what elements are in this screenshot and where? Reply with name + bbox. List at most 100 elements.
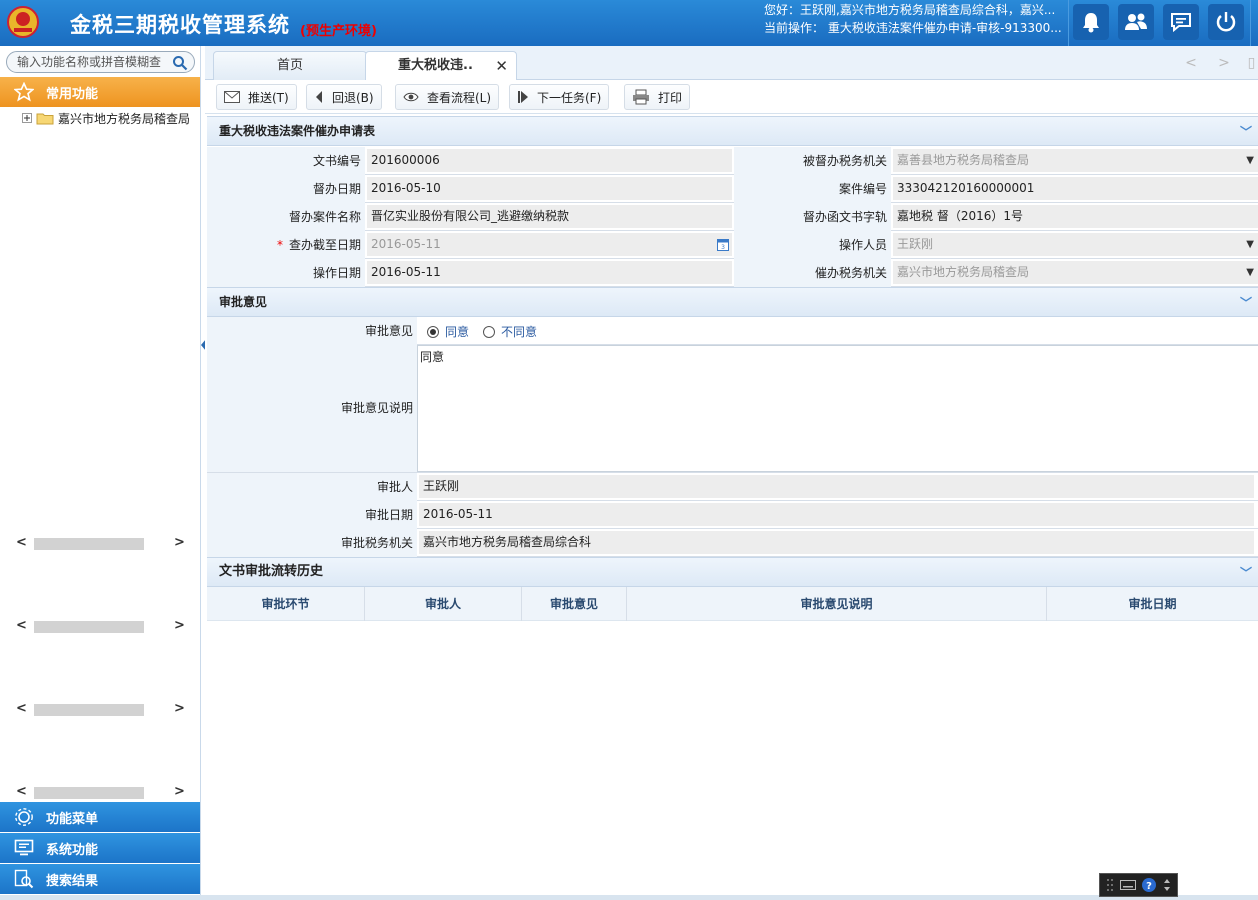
scrollbar-thumb[interactable]	[34, 621, 144, 633]
history-section-header[interactable]: 文书审批流转历史 ﹀	[207, 557, 1258, 587]
keyboard-icon[interactable]	[1119, 880, 1136, 890]
expand-toolbar-icon[interactable]	[1163, 878, 1171, 892]
help-icon[interactable]: ?	[1141, 877, 1157, 893]
form-row: 督办日期 2016-05-10 案件编号 333042120160000001	[207, 175, 1258, 203]
case-number-field[interactable]: 333042120160000001	[893, 177, 1258, 200]
approver-field[interactable]: 王跃刚	[419, 475, 1254, 498]
horizontal-scrollbar[interactable]: < >	[0, 701, 200, 717]
scroll-left-icon[interactable]: <	[16, 618, 27, 633]
chevron-down-icon[interactable]: ﹀	[1240, 289, 1252, 317]
radio-label: 同意	[445, 325, 470, 339]
arrow-left-icon	[316, 91, 322, 103]
horizontal-scrollbar[interactable]: < >	[0, 535, 200, 551]
next-task-button[interactable]: 下一任务(F)	[509, 84, 610, 110]
tab-prev-icon[interactable]: <	[1180, 52, 1202, 74]
messages-button[interactable]	[1163, 4, 1199, 40]
svg-text:?: ?	[1146, 881, 1152, 892]
search-icon[interactable]	[172, 55, 188, 71]
printer-icon	[633, 89, 649, 105]
radio-dot[interactable]	[427, 325, 439, 338]
case-name-field[interactable]: 晋亿实业股份有限公司_逃避缴纳税款	[367, 205, 732, 228]
tab-label: 重大税收违..	[398, 58, 473, 73]
section-title: 审批意见	[219, 295, 268, 309]
accordion-search-results[interactable]: 搜索结果	[0, 864, 200, 894]
function-search-input[interactable]: 输入功能名称或拼音模糊查	[6, 51, 195, 73]
column-header[interactable]: 审批日期	[1047, 587, 1258, 621]
agree-radio[interactable]: 同意	[427, 323, 469, 340]
approval-note-textarea[interactable]: 同意	[417, 345, 1258, 472]
doc-number-field[interactable]: 201600006	[367, 149, 732, 172]
scroll-right-icon[interactable]: >	[174, 618, 185, 633]
dropdown-arrow-icon[interactable]: ▼	[1246, 149, 1254, 172]
scroll-left-icon[interactable]: <	[16, 701, 27, 716]
scroll-left-icon[interactable]: <	[16, 784, 27, 799]
scroll-right-icon[interactable]: >	[174, 701, 185, 716]
field-label: 被督办税务机关	[734, 147, 891, 175]
operator-select[interactable]: 王跃刚 ▼	[893, 233, 1258, 256]
select-value: 嘉兴市地方税务局稽查局	[897, 265, 1030, 279]
operation-date-field[interactable]: 2016-05-11	[367, 261, 732, 284]
app-title: 金税三期税收管理系统	[70, 13, 290, 37]
push-button[interactable]: 推送(T)	[216, 84, 297, 110]
scroll-right-icon[interactable]: >	[174, 784, 185, 799]
close-icon[interactable]: ✕	[495, 52, 508, 80]
form-section-header[interactable]: 重大税收违法案件催办申请表 ﹀	[207, 116, 1258, 146]
scrollbar-thumb[interactable]	[34, 538, 144, 550]
form-row: 审批税务机关 嘉兴市地方税务局稽查局综合科	[207, 529, 1258, 557]
notifications-button[interactable]	[1073, 4, 1109, 40]
column-header[interactable]: 审批意见	[522, 587, 627, 621]
scroll-right-icon[interactable]: >	[174, 535, 185, 550]
field-label: 文书编号	[207, 147, 365, 175]
scrollbar-thumb[interactable]	[34, 704, 144, 716]
accordion-function-menu[interactable]: 功能菜单	[0, 802, 200, 832]
urge-org-select[interactable]: 嘉兴市地方税务局稽查局 ▼	[893, 261, 1258, 284]
horizontal-scrollbar[interactable]: < >	[0, 784, 200, 800]
chevron-down-icon[interactable]: ﹀	[1240, 559, 1252, 587]
radio-dot[interactable]	[483, 325, 496, 338]
dropdown-arrow-icon[interactable]: ▼	[1246, 261, 1254, 284]
calendar-icon[interactable]: 3	[717, 238, 729, 251]
scroll-left-icon[interactable]: <	[16, 535, 27, 550]
approve-org-field[interactable]: 嘉兴市地方税务局稽查局综合科	[419, 531, 1254, 554]
expand-plus-icon[interactable]	[22, 113, 32, 123]
letter-number-field[interactable]: 嘉地税 督（2016）1号	[893, 205, 1258, 228]
disagree-radio[interactable]: 不同意	[483, 323, 537, 340]
grip-icon[interactable]	[1106, 878, 1114, 892]
gear-icon	[15, 808, 33, 826]
column-header[interactable]: 审批人	[365, 587, 522, 621]
tab-next-icon[interactable]: >	[1213, 52, 1235, 74]
chevron-down-icon[interactable]: ﹀	[1240, 118, 1252, 146]
view-flow-button[interactable]: 查看流程(L)	[395, 84, 500, 110]
main-panel: 首页 重大税收违.. ✕ < > ▯ 推送(T) 回退(B) 查看流程(L) 下…	[205, 46, 1258, 895]
bell-icon	[1083, 13, 1099, 33]
horizontal-scrollbar[interactable]: < >	[0, 618, 200, 634]
deadline-date-field[interactable]: 2016-05-11 3	[367, 233, 732, 256]
accordion-system-functions[interactable]: 系统功能	[0, 833, 200, 863]
logout-button[interactable]	[1208, 4, 1244, 40]
approve-date-field[interactable]: 2016-05-11	[419, 503, 1254, 526]
print-button[interactable]: 打印	[624, 84, 691, 110]
tree-node-root[interactable]: 嘉兴市地方税务局稽查局	[22, 109, 190, 127]
label-text: 查办截至日期	[288, 238, 361, 252]
column-header[interactable]: 审批意见说明	[627, 587, 1047, 621]
print-label: 打印	[658, 90, 683, 105]
accordion-common-functions[interactable]: 常用功能	[0, 77, 200, 107]
tab-menu-icon[interactable]: ▯	[1245, 52, 1258, 74]
approval-section-header[interactable]: 审批意见 ﹀	[207, 287, 1258, 317]
dropdown-arrow-icon[interactable]: ▼	[1246, 233, 1254, 256]
contacts-button[interactable]	[1118, 4, 1154, 40]
supervise-date-field[interactable]: 2016-05-10	[367, 177, 732, 200]
supervised-org-select[interactable]: 嘉善县地方税务局稽查局 ▼	[893, 149, 1258, 172]
star-icon	[14, 82, 34, 102]
tab-home[interactable]: 首页	[213, 51, 367, 80]
ime-toolbar[interactable]: ?	[1099, 873, 1178, 897]
monitor-icon	[14, 839, 34, 856]
return-button[interactable]: 回退(B)	[306, 84, 382, 110]
tab-case-urge[interactable]: 重大税收违.. ✕	[365, 51, 517, 81]
sidebar: 输入功能名称或拼音模糊查 常用功能 嘉兴市地方税务局稽查局 < > < > < …	[0, 46, 201, 900]
column-header[interactable]: 审批环节	[207, 587, 365, 621]
accordion-label: 功能菜单	[46, 811, 99, 827]
required-mark: *	[276, 238, 283, 252]
skip-next-icon	[518, 91, 528, 103]
scrollbar-thumb[interactable]	[34, 787, 144, 799]
